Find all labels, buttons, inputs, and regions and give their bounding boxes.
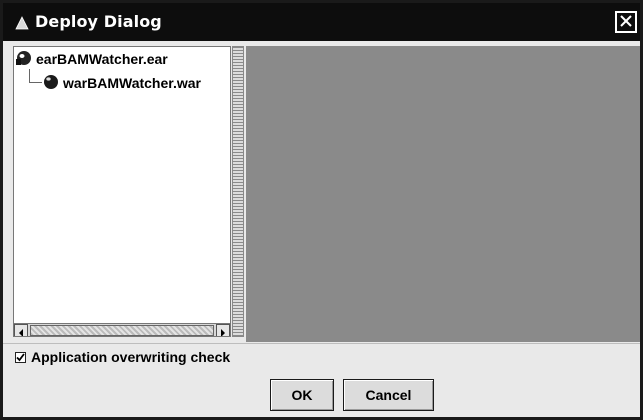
tree-item-label: earBAMWatcher.ear <box>36 51 168 67</box>
checkmark-icon <box>16 352 25 361</box>
overwrite-check-label: Application overwriting check <box>31 349 231 365</box>
detail-panel <box>246 46 640 342</box>
deploy-dialog-window: Deploy Dialog earBAMWatcher.ear warBAMWa… <box>0 0 643 420</box>
scroll-left-button[interactable] <box>14 322 28 336</box>
overwrite-check-option[interactable]: Application overwriting check <box>15 347 230 367</box>
tree-connector-line <box>29 69 30 82</box>
split-pane-divider[interactable] <box>232 46 244 337</box>
tree-item-label: warBAMWatcher.war <box>63 75 201 91</box>
tree-connector-line <box>29 82 42 83</box>
scrollbar-thumb[interactable] <box>30 325 214 336</box>
ok-button[interactable]: OK <box>270 379 334 411</box>
close-button[interactable] <box>615 11 637 33</box>
cancel-button[interactable]: Cancel <box>343 379 434 411</box>
title-bar: Deploy Dialog <box>3 3 640 41</box>
close-icon <box>619 13 633 32</box>
arrow-right-icon <box>219 322 227 336</box>
tree-item-war[interactable]: warBAMWatcher.war <box>43 73 201 93</box>
app-triangle-icon <box>15 15 29 30</box>
window-title: Deploy Dialog <box>35 12 162 31</box>
module-tree[interactable]: earBAMWatcher.ear warBAMWatcher.war <box>13 46 231 337</box>
horizontal-scrollbar[interactable] <box>14 322 230 336</box>
overwrite-checkbox[interactable] <box>15 351 26 363</box>
separator <box>3 343 640 344</box>
war-module-icon <box>43 74 59 93</box>
arrow-left-icon <box>17 322 25 336</box>
tree-item-ear[interactable]: earBAMWatcher.ear <box>16 49 168 69</box>
ear-archive-icon <box>16 50 32 69</box>
dialog-content: earBAMWatcher.ear warBAMWatcher.war <box>13 41 640 343</box>
scroll-right-button[interactable] <box>216 322 230 336</box>
